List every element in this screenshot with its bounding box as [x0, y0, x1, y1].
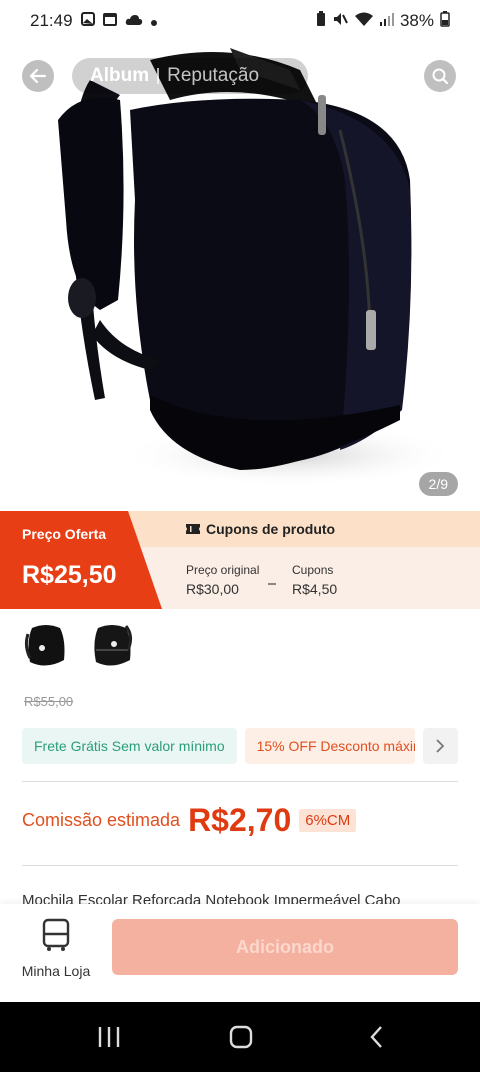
original-price-block: Preço original R$30,00 [186, 563, 259, 597]
status-time: 21:49 [30, 11, 73, 30]
image-counter: 2/9 [418, 472, 458, 496]
variant-thumbnail[interactable] [88, 620, 136, 672]
coupons-title: Cupons de produto [206, 521, 336, 537]
divider [22, 865, 458, 866]
store-luggage-icon [42, 918, 70, 951]
discount-tag[interactable]: 15% OFF Desconto máximo [244, 728, 415, 764]
minus-sign [268, 583, 276, 585]
my-store-button[interactable]: Minha Loja [18, 918, 94, 979]
tab-divider [157, 68, 160, 84]
free-shipping-tag[interactable]: Frete Grátis Sem valor mínimo [22, 728, 237, 764]
mute-icon [332, 11, 348, 32]
battery-percent: 38% [399, 11, 434, 30]
signal-icon [379, 11, 394, 31]
calendar-icon [102, 11, 117, 31]
estimated-commission: Comissão estimada R$2,70 6%CM [22, 802, 357, 839]
cloud-icon [125, 11, 143, 31]
back-arrow-icon [29, 68, 47, 84]
price-banner: Cupons de produto Preço Oferta R$25,50 P… [0, 511, 480, 609]
recent-apps-icon [98, 1027, 120, 1047]
coupon-ticket-icon [186, 524, 200, 534]
back-button[interactable] [22, 60, 54, 92]
coupon-amount-label: Cupons [292, 563, 334, 577]
my-store-label: Minha Loja [21, 963, 91, 979]
original-price-label: Preço original [186, 563, 260, 577]
product-title: Mochila Escolar Reforçada Notebook Imper… [22, 892, 401, 904]
recent-apps-button[interactable] [94, 1022, 124, 1052]
battery-saver-icon [316, 10, 326, 32]
original-price-value: R$30,00 [186, 581, 239, 597]
battery-icon [440, 10, 450, 32]
added-button[interactable]: Adicionado [112, 919, 458, 975]
offer-price-label: Preço Oferta [22, 526, 107, 542]
system-navigation-bar [0, 1002, 480, 1072]
tab-album[interactable]: Album [90, 65, 149, 87]
search-icon [432, 68, 449, 85]
dot-icon [150, 11, 157, 31]
search-button[interactable] [424, 60, 456, 92]
commission-rate-badge: 6%CM [299, 809, 357, 832]
more-tags-button[interactable] [422, 728, 458, 764]
coupon-amount-value: R$4,50 [292, 581, 338, 597]
status-bar: 21:49 38% [0, 0, 480, 42]
home-button[interactable] [226, 1022, 256, 1052]
offer-price-value: R$25,50 [22, 561, 117, 589]
coupons-header[interactable]: Cupons de produto [128, 511, 480, 547]
gallery-icon [80, 11, 95, 31]
bottom-action-bar: Minha Loja Adicionado [0, 904, 480, 1002]
top-navigation: Album Reputação [0, 58, 480, 94]
wifi-icon [354, 11, 374, 32]
commission-value: R$2,70 [188, 802, 292, 838]
chevron-right-icon [436, 739, 445, 753]
divider [22, 781, 458, 782]
product-page: 2/9 21:49 38% Album Reputação Cupons de … [0, 0, 480, 1072]
coupon-amount-block: Cupons R$4,50 [292, 563, 337, 597]
variant-thumbnail[interactable] [22, 620, 70, 672]
old-price: R$55,00 [24, 694, 74, 709]
system-back-button[interactable] [362, 1022, 392, 1052]
tab-reputation[interactable]: Reputação [167, 65, 259, 87]
home-icon [229, 1025, 253, 1049]
commission-label: Comissão estimada [22, 810, 181, 830]
gallery-tabs: Album Reputação [72, 58, 308, 94]
chevron-left-icon [370, 1026, 382, 1048]
variant-thumbnails [22, 620, 136, 672]
promo-tags: Frete Grátis Sem valor mínimo 15% OFF De… [22, 728, 458, 764]
